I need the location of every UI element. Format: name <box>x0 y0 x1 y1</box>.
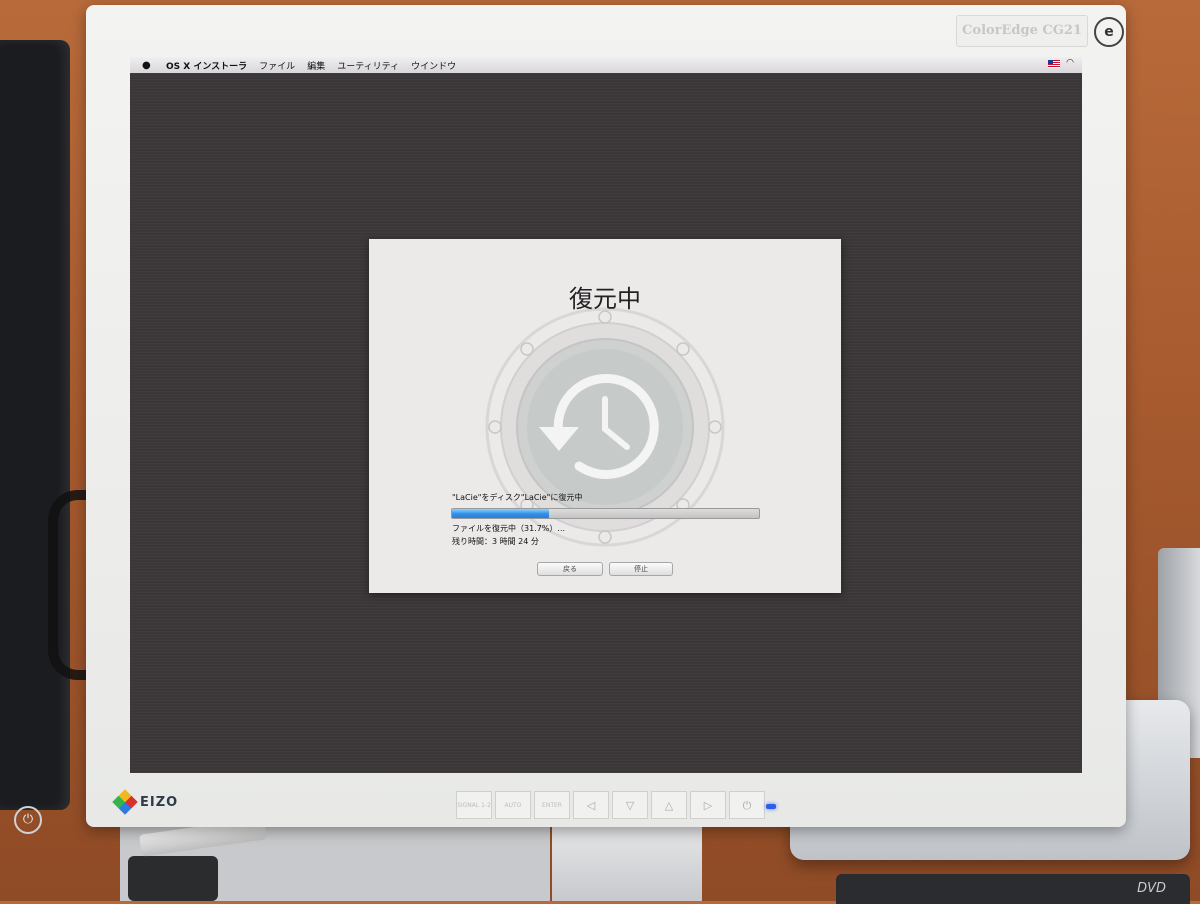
menu-file[interactable]: ファイル <box>259 59 295 72</box>
enter-button[interactable]: ENTER <box>534 791 570 819</box>
brand-text: EIZO <box>140 794 179 810</box>
page-title: 復元中 <box>569 285 641 313</box>
flag-icon[interactable] <box>1048 59 1061 68</box>
stop-button[interactable]: 停止 <box>609 562 673 576</box>
monitor-stand <box>552 824 702 901</box>
monitor-controls: SIGNAL 1-2 AUTO ENTER ◁ ▽ △ ▷ ⏻ <box>456 791 768 819</box>
menu-installer[interactable]: OS X インストーラ <box>166 59 247 72</box>
menu-window[interactable]: ウインドウ <box>411 59 456 72</box>
status-line: "LaCie"をディスク"LaCie"に復元中 <box>452 493 583 502</box>
up-arrow-icon[interactable]: △ <box>651 791 687 819</box>
badge-icon: e <box>1094 17 1124 47</box>
progress-fill <box>452 509 550 518</box>
wifi-icon[interactable]: ◠ <box>1066 59 1074 68</box>
menubar-status: ◠ <box>1048 59 1074 68</box>
menu-utilities[interactable]: ユーティリティ <box>337 59 399 72</box>
left-monitor: ⏻ <box>0 40 70 834</box>
apple-icon[interactable]: ● <box>142 60 154 71</box>
brand-logo: EIZO <box>112 789 179 815</box>
right-arrow-icon[interactable]: ▷ <box>690 791 726 819</box>
menubar: ● OS X インストーラ ファイル 編集 ユーティリティ ウインドウ ◠ <box>130 57 1082 73</box>
screen: ● OS X インストーラ ファイル 編集 ユーティリティ ウインドウ ◠ 復元… <box>130 57 1082 773</box>
monitor-power-icon[interactable]: ⏻ <box>729 791 765 819</box>
progress-text: ファイルを復元中（31.7%）... <box>452 524 566 533</box>
power-icon: ⏻ <box>14 806 42 834</box>
dvd-drive: DVD <box>836 874 1190 904</box>
down-arrow-icon[interactable]: ▽ <box>612 791 648 819</box>
progress-bar <box>451 508 760 519</box>
menu-edit[interactable]: 編集 <box>307 59 325 72</box>
power-led <box>766 804 776 809</box>
signal-button[interactable]: SIGNAL 1-2 <box>456 791 492 819</box>
usb-hub <box>128 856 218 901</box>
left-arrow-icon[interactable]: ◁ <box>573 791 609 819</box>
eizo-logo-icon <box>112 789 138 815</box>
installer-window: 復元中 "LaCie"をディスク"LaCie"に復元中 ファイルを復元中（31.… <box>369 239 841 593</box>
back-button[interactable]: 戻る <box>537 562 603 576</box>
auto-button[interactable]: AUTO <box>495 791 531 819</box>
remaining-time: 残り時間：3 時間 24 分 <box>452 537 539 546</box>
model-label: ColorEdge CG21 <box>956 15 1088 47</box>
